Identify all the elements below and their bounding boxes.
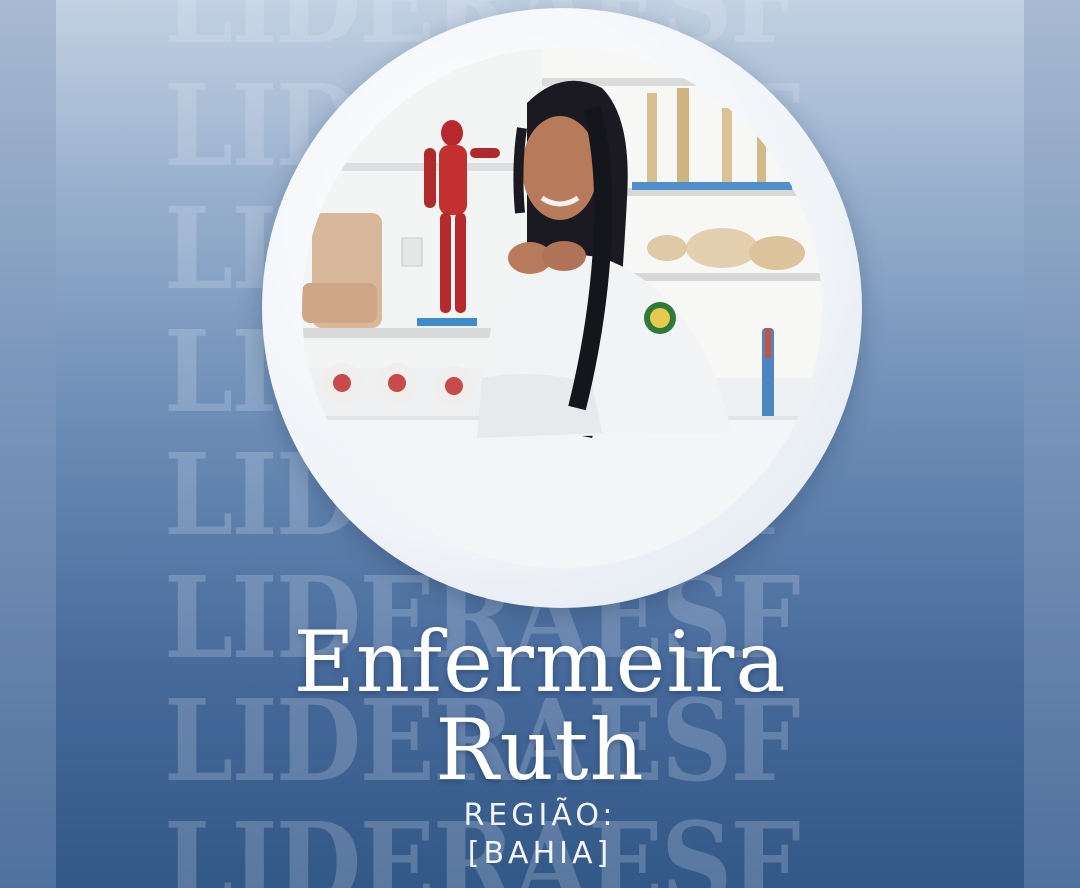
right-side-panel	[1024, 0, 1080, 888]
profile-title-first-line: Enfermeira	[293, 613, 787, 711]
region-label: REGIÃO:	[463, 798, 617, 833]
poster: LIDERAESF LIDERAESF LIDERAESF LIDERAESF …	[0, 0, 1080, 888]
left-side-panel	[0, 0, 56, 888]
region-value: [BAHIA]	[467, 836, 613, 871]
profile-title-name: Ruth	[435, 701, 645, 799]
portrait-photo	[302, 48, 822, 568]
portrait-illustration	[302, 48, 822, 568]
photo-frame	[262, 8, 862, 608]
